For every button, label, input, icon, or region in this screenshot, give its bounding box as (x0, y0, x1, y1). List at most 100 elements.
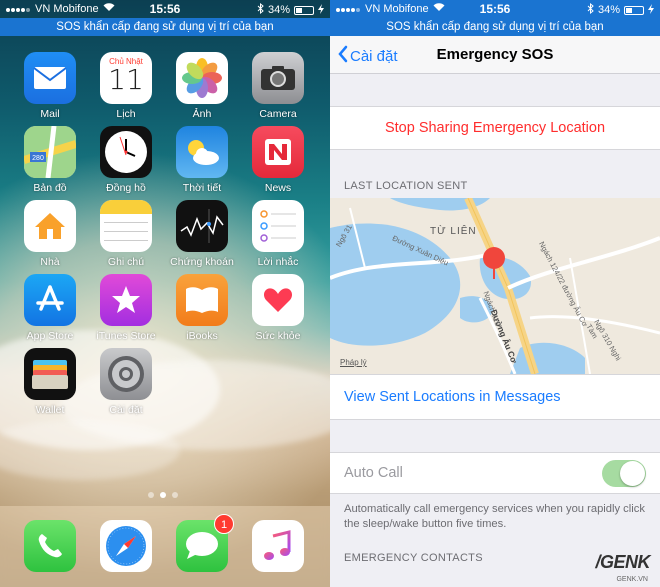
settings-icon (100, 348, 152, 400)
page-dot-current (160, 492, 166, 498)
app-label: Mail (40, 108, 60, 120)
dock-music[interactable] (246, 520, 310, 572)
itunes-icon (100, 274, 152, 326)
battery-icon (294, 5, 314, 15)
app-label: Đồng hồ (106, 182, 146, 194)
bluetooth-icon (257, 2, 264, 17)
wallet-icon (24, 348, 76, 400)
app-notes[interactable]: Ghi chú (94, 200, 158, 268)
app-label: Wallet (35, 404, 65, 416)
auto-call-toggle[interactable] (602, 460, 646, 487)
app-label: Nhà (40, 256, 60, 268)
charging-icon (318, 3, 324, 17)
app-label: News (264, 182, 292, 194)
status-bar: VN Mobifone 15:56 34% (330, 0, 660, 18)
sos-location-banner[interactable]: SOS khẩn cấp đang sử dụng vị trí của bạn (0, 18, 330, 36)
appstore-icon (24, 274, 76, 326)
app-photos[interactable]: Ảnh (170, 52, 234, 120)
calendar-icon: Chủ Nhật 11 (100, 52, 152, 104)
app-label: Thời tiết (182, 182, 222, 194)
dock-phone[interactable] (18, 520, 82, 572)
app-health[interactable]: Sức khỏe (246, 274, 310, 342)
app-label: Camera (259, 108, 297, 120)
app-reminders[interactable]: Lời nhắc (246, 200, 310, 268)
home-screen: VN Mobifone 15:56 34% SOS khẩn cấp đang … (0, 0, 330, 587)
phone-icon (24, 520, 76, 572)
app-mail[interactable]: Mail (18, 52, 82, 120)
auto-call-label: Auto Call (344, 465, 403, 481)
app-itunes-store[interactable]: iTunes Store (94, 274, 158, 342)
health-icon (252, 274, 304, 326)
app-maps[interactable]: 280 Bản đồ (18, 126, 82, 194)
safari-icon (100, 520, 152, 572)
battery-percent: 34% (267, 4, 290, 16)
messages-icon: 1 (176, 514, 234, 572)
app-label: App Store (26, 330, 74, 342)
app-camera[interactable]: Camera (246, 52, 310, 120)
svg-text:280: 280 (32, 155, 44, 162)
battery-icon (624, 5, 644, 15)
navigation-bar: Cài đặt Emergency SOS (330, 36, 660, 74)
mail-icon (24, 52, 76, 104)
music-icon (252, 520, 304, 572)
bluetooth-icon (587, 2, 594, 17)
sos-location-banner[interactable]: SOS khẩn cấp đang sử dụng vị trí của bạn (330, 18, 660, 36)
page-indicator[interactable] (148, 492, 178, 498)
news-icon (252, 126, 304, 178)
maps-icon: 280 (24, 126, 76, 178)
app-label: Sức khỏe (255, 330, 301, 342)
notes-icon (100, 200, 152, 252)
app-label: Lịch (116, 108, 136, 120)
app-label: Ảnh (192, 108, 212, 120)
app-ibooks[interactable]: iBooks (170, 274, 234, 342)
section-header-emergency-contacts: EMERGENCY CONTACTS (344, 552, 483, 564)
location-pin-icon[interactable] (481, 246, 507, 285)
section-header-last-location: LAST LOCATION SENT (344, 180, 468, 192)
app-weather[interactable]: Thời tiết (170, 126, 234, 194)
dock-safari[interactable] (94, 520, 158, 572)
app-calendar[interactable]: Chủ Nhật 11 Lịch (94, 52, 158, 120)
app-label: Bản đồ (33, 182, 67, 194)
dock-messages[interactable]: 1 (170, 514, 234, 572)
ibooks-icon (176, 274, 228, 326)
app-news[interactable]: News (246, 126, 310, 194)
auto-call-description: Automatically call emergency services wh… (344, 503, 645, 530)
app-settings[interactable]: Cài đặt (94, 348, 158, 416)
app-home[interactable]: Nhà (18, 200, 82, 268)
app-label: iBooks (186, 330, 218, 342)
auto-call-row: Auto Call (330, 452, 660, 494)
genk-site: GENK.VN (616, 576, 648, 583)
charging-icon (648, 3, 654, 17)
reminders-icon (252, 200, 304, 252)
camera-icon (252, 52, 304, 104)
stop-sharing-location-button[interactable]: Stop Sharing Emergency Location (330, 106, 660, 150)
app-stocks[interactable]: Chứng khoán (170, 200, 234, 268)
stocks-icon (176, 200, 228, 252)
map-area-label: TỪ LIÊN (430, 226, 477, 237)
emergency-sos-settings: VN Mobifone 15:56 34% SOS khẩn cấp đang … (330, 0, 660, 587)
dock: 1 (0, 506, 330, 587)
app-label: Ghi chú (107, 256, 145, 268)
home-icon (24, 200, 76, 252)
view-sent-locations-link[interactable]: View Sent Locations in Messages (330, 374, 660, 420)
page-dot (172, 492, 178, 498)
last-location-map[interactable]: TỪ LIÊN Ngõ 31 Đường Xuân Diệu Đường Âu … (330, 198, 660, 374)
app-appstore[interactable]: App Store (18, 274, 82, 342)
weather-icon (176, 126, 228, 178)
page-dot (148, 492, 154, 498)
notification-badge: 1 (214, 514, 234, 534)
page-title: Emergency SOS (436, 46, 554, 63)
app-label: Lời nhắc (257, 256, 299, 268)
app-wallet[interactable]: Wallet (18, 348, 82, 416)
battery-percent: 34% (597, 4, 620, 16)
map-legal-link[interactable]: Pháp lý (340, 358, 367, 367)
app-clock[interactable]: Đồng hồ (94, 126, 158, 194)
clock-icon (100, 126, 152, 178)
app-label: Chứng khoán (170, 256, 234, 268)
genk-logo: /GENK (595, 552, 650, 572)
app-label: iTunes Store (96, 330, 156, 342)
photos-icon (176, 52, 228, 104)
app-label: Cài đặt (109, 404, 143, 416)
status-bar: VN Mobifone 15:56 34% (0, 0, 330, 18)
calendar-day: 11 (108, 63, 144, 96)
